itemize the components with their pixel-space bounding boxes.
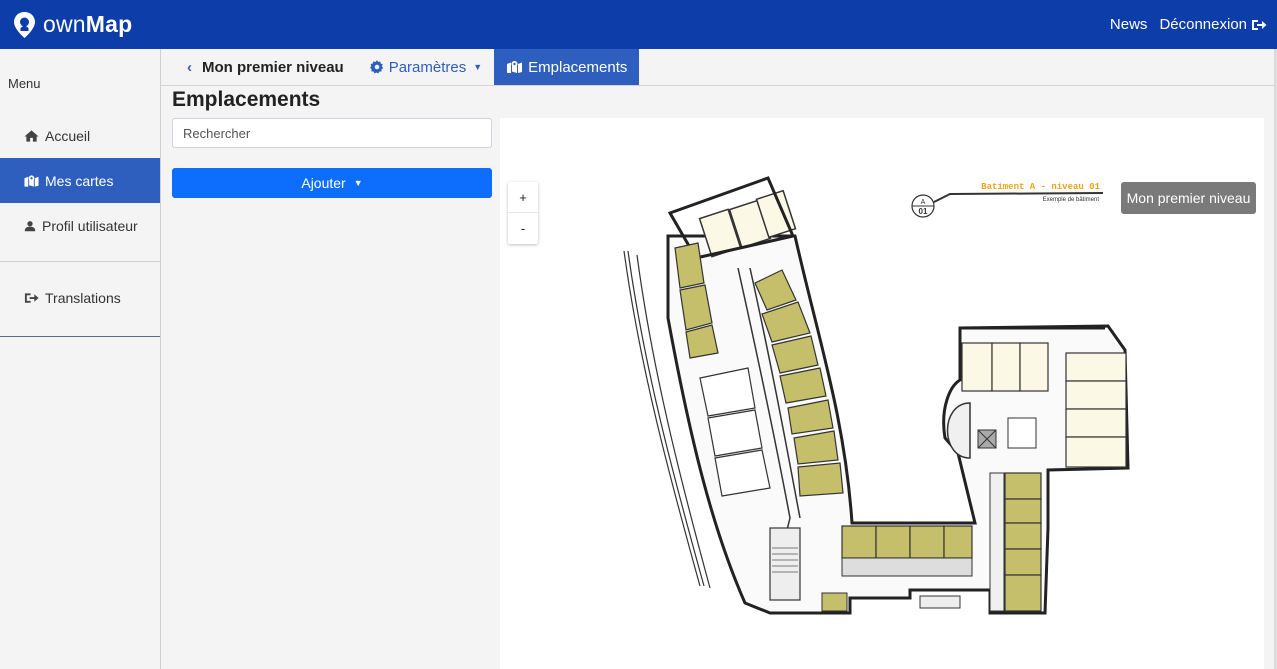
tab-settings-label: Paramètres bbox=[388, 58, 467, 76]
sidebar-item-label: Accueil bbox=[45, 127, 91, 144]
sidebar-divider bbox=[0, 261, 160, 262]
add-button-label: Ajouter bbox=[301, 175, 346, 191]
logout-link[interactable]: Déconnexion bbox=[1159, 16, 1267, 33]
sidebar-item-translations[interactable]: Translations bbox=[0, 275, 160, 320]
sidebar-divider bbox=[0, 336, 160, 337]
zoom-out-button[interactable]: - bbox=[508, 213, 538, 244]
news-label: News bbox=[1109, 16, 1148, 33]
plan-title: Batiment A - niveau 01 bbox=[981, 182, 1100, 192]
brand-logo[interactable]: ownMap bbox=[12, 11, 132, 39]
sign-out-icon bbox=[24, 292, 39, 303]
caret-down-icon: ▼ bbox=[353, 178, 363, 188]
room-group bbox=[841, 525, 973, 559]
plan-subtitle: Exemple de bâtiment bbox=[1043, 197, 1100, 203]
sidebar: Menu Accueil Mes cartes Profil utilisate… bbox=[0, 49, 161, 669]
logout-label: Déconnexion bbox=[1159, 16, 1247, 33]
map-icon bbox=[24, 174, 39, 187]
level-selector-button[interactable]: Mon premier niveau bbox=[1121, 182, 1256, 214]
map-icon bbox=[507, 61, 523, 73]
sidebar-item-label: Profil utilisateur bbox=[42, 217, 138, 234]
sidebar-item-home[interactable]: Accueil bbox=[0, 113, 160, 158]
add-button[interactable]: Ajouter ▼ bbox=[172, 168, 492, 198]
zoom-control: + - bbox=[508, 182, 538, 244]
level-title: Mon premier niveau bbox=[202, 58, 344, 76]
brand-name: ownMap bbox=[43, 11, 133, 37]
sidebar-item-user-profile[interactable]: Profil utilisateur bbox=[0, 203, 160, 248]
user-icon bbox=[24, 220, 36, 231]
home-icon bbox=[24, 129, 39, 142]
tab-settings[interactable]: Paramètres ▼ bbox=[358, 49, 494, 85]
top-navbar: ownMap News Déconnexion bbox=[0, 0, 1277, 49]
gear-icon bbox=[369, 60, 383, 74]
room-group bbox=[1004, 472, 1042, 612]
zoom-in-button[interactable]: + bbox=[508, 182, 538, 213]
sidebar-item-label: Translations bbox=[45, 289, 121, 306]
sidebar-item-my-maps[interactable]: Mes cartes bbox=[0, 158, 160, 203]
tab-locations-label: Emplacements bbox=[528, 58, 628, 76]
sign-out-icon bbox=[1252, 19, 1267, 30]
level-toolbar: ‹ Mon premier niveau Paramètres ▼ Emplac… bbox=[161, 49, 1277, 86]
caret-down-icon: ▼ bbox=[473, 62, 483, 72]
map-viewer[interactable]: A 01 Batiment A - niveau 01 Exemple de b… bbox=[500, 118, 1264, 669]
back-button[interactable]: ‹ Mon premier niveau bbox=[161, 49, 358, 85]
page-title: Emplacements bbox=[172, 88, 321, 111]
tab-locations[interactable]: Emplacements bbox=[494, 49, 640, 85]
map-pin-icon bbox=[14, 11, 35, 38]
sidebar-item-label: Mes cartes bbox=[45, 172, 114, 189]
search-input[interactable] bbox=[172, 118, 492, 148]
plan-badge-letter: A bbox=[921, 199, 926, 206]
news-link[interactable]: News bbox=[1110, 16, 1148, 33]
chevron-left-icon: ‹ bbox=[187, 58, 192, 76]
plan-badge-number: 01 bbox=[919, 207, 928, 216]
menu-title: Menu bbox=[8, 76, 41, 91]
